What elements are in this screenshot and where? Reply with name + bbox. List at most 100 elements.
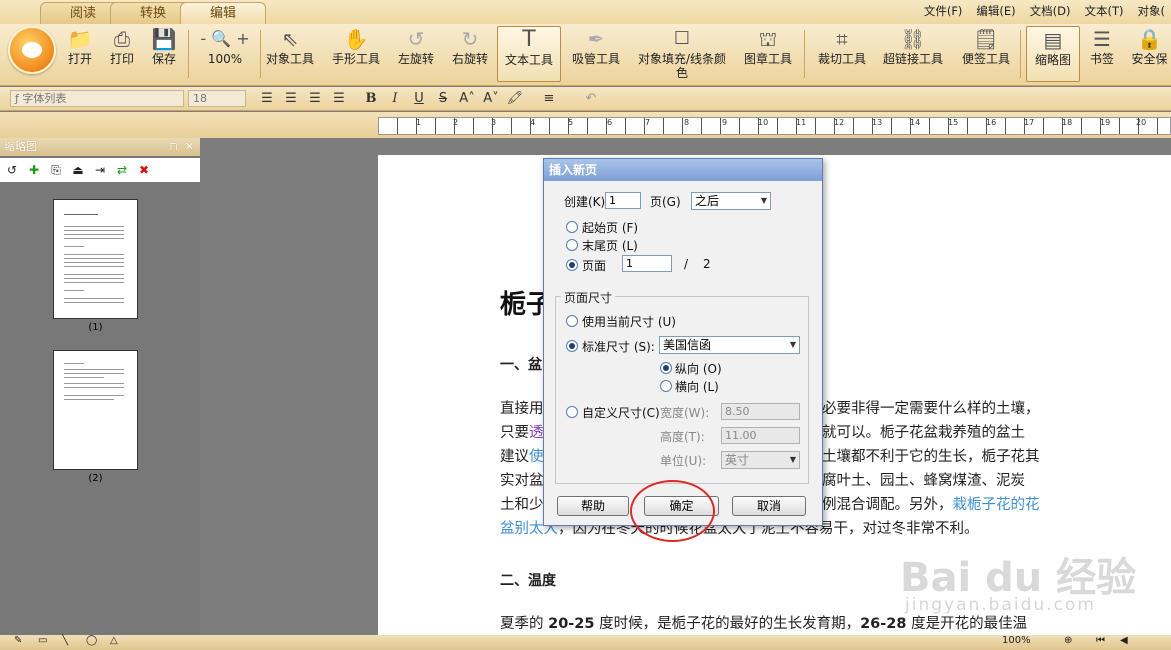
zoom-level[interactable]: 100%: [194, 52, 256, 66]
thumbnail-page-1[interactable]: [53, 199, 138, 319]
move-page-icon[interactable]: ⇥: [92, 162, 108, 178]
landscape-label: 横向 (L): [675, 380, 719, 394]
custom-size-radio[interactable]: [566, 406, 578, 418]
zoom-in-icon[interactable]: ⊕: [1064, 635, 1072, 646]
align-right-icon[interactable]: ☰: [306, 90, 324, 108]
standard-size-select[interactable]: 美国信函: [659, 336, 800, 354]
first-page-radio[interactable]: [566, 221, 578, 233]
hyperlink-tool-button[interactable]: ⛓ 超链接工具: [882, 26, 944, 82]
rotate-right-icon: ↻: [461, 27, 479, 51]
align-center-icon[interactable]: ☰: [282, 90, 300, 108]
ruler-number: 18: [1062, 118, 1073, 127]
first-page-icon[interactable]: ⏮: [1096, 635, 1105, 646]
superscript-icon[interactable]: A˄: [458, 90, 476, 108]
portrait-radio[interactable]: [660, 362, 672, 374]
save-button[interactable]: 💾 保存: [148, 26, 180, 82]
line-icon[interactable]: ╲: [62, 635, 68, 646]
thumbnail-panel-header: 缩略图 ⊓ ✕: [0, 138, 200, 156]
rotate-right-button[interactable]: ↻ 右旋转: [450, 26, 490, 82]
eyedropper-button[interactable]: ✒ 吸管工具: [570, 26, 622, 82]
rotate-page-icon[interactable]: ↺: [4, 162, 20, 178]
print-button[interactable]: ⎙ 打印: [106, 26, 138, 82]
rectangle-icon[interactable]: ▭: [38, 635, 47, 646]
ruler-number: 9: [722, 118, 728, 127]
rotate-left-icon: ↺: [407, 27, 425, 51]
object-tool-button[interactable]: ⇖ 对象工具: [264, 26, 316, 82]
position-select[interactable]: 之后: [691, 192, 771, 210]
open-button[interactable]: 📁 打开: [64, 26, 96, 82]
menu-edit[interactable]: 编辑(E): [976, 0, 1015, 22]
fill-color-button[interactable]: ☐ 对象填充/线条颜 色: [636, 26, 728, 82]
page-number-input[interactable]: 1: [622, 255, 672, 272]
eyedropper-icon: ✒: [587, 27, 605, 51]
document-link[interactable]: 栽栀子花的花: [953, 497, 1040, 513]
status-bar: ✎ ▭ ╲ ◯ △ 100% ⊕ ⏮ ◀: [0, 635, 1171, 650]
crop-tool-button[interactable]: ⌗ 裁切工具: [816, 26, 868, 82]
menu-document[interactable]: 文档(D): [1030, 0, 1071, 22]
replace-page-icon[interactable]: ⇄: [114, 162, 130, 178]
stamp-tool-button[interactable]: ⛫ 图章工具: [742, 26, 794, 82]
zoom-in-button[interactable]: +: [236, 29, 249, 48]
add-page-icon[interactable]: ✚: [26, 162, 42, 178]
help-button[interactable]: 帮助: [557, 496, 629, 516]
cancel-button[interactable]: 取消: [732, 496, 806, 516]
app-logo-icon[interactable]: [8, 26, 56, 74]
standard-size-label: 标准尺寸 (S):: [582, 340, 655, 354]
tab-edit[interactable]: 编辑: [180, 2, 266, 24]
prev-page-icon[interactable]: ◀: [1120, 635, 1128, 646]
page-label: 页(G): [650, 195, 681, 209]
strikethrough-icon[interactable]: S: [434, 90, 452, 108]
document-text: 例混合调配。另外，栽栀子花的花: [822, 497, 1040, 513]
magnifier-icon[interactable]: 🔍: [211, 29, 236, 48]
landscape-radio[interactable]: [660, 380, 672, 392]
polygon-icon[interactable]: △: [110, 635, 118, 646]
close-icon[interactable]: ✕: [185, 138, 194, 156]
pin-icon[interactable]: ⊓: [169, 138, 178, 156]
italic-icon[interactable]: I: [386, 90, 404, 108]
thumbnail-page-2[interactable]: [53, 350, 138, 470]
undo-icon[interactable]: ↶: [582, 90, 600, 108]
line-spacing-icon[interactable]: ≡: [540, 90, 558, 108]
rotate-left-button[interactable]: ↺ 左旋转: [396, 26, 436, 82]
thumbnail-toggle-button[interactable]: ▤ 缩略图: [1026, 26, 1080, 82]
extract-page-icon[interactable]: ⏏: [70, 162, 86, 178]
security-button[interactable]: 🔒 安全保: [1128, 26, 1171, 82]
unit-select[interactable]: 英寸: [721, 451, 800, 469]
ruler-number: 8: [684, 118, 690, 127]
menu-bar: 文件(F) 编辑(E) 文档(D) 文本(T) 对象(: [924, 0, 1171, 22]
page-radio[interactable]: [566, 259, 578, 271]
ellipse-icon[interactable]: ◯: [86, 635, 97, 646]
document-link[interactable]: 使: [529, 449, 544, 465]
delete-page-icon[interactable]: ✖: [136, 162, 152, 178]
document-link[interactable]: 透: [529, 425, 544, 441]
menu-object[interactable]: 对象(: [1138, 0, 1166, 22]
underline-icon[interactable]: U: [410, 90, 428, 108]
create-count-input[interactable]: 1: [605, 192, 641, 209]
font-size-select[interactable]: 18: [188, 90, 246, 107]
pencil-icon[interactable]: ✎: [14, 635, 22, 646]
width-input[interactable]: 8.50: [721, 403, 800, 420]
subscript-icon[interactable]: A˅: [482, 90, 500, 108]
zoom-status[interactable]: 100%: [1002, 635, 1031, 646]
use-current-size-radio[interactable]: [566, 315, 578, 327]
standard-size-radio[interactable]: [566, 340, 578, 352]
hand-tool-button[interactable]: ✋ 手形工具: [330, 26, 382, 82]
text-tool-button[interactable]: T 文本工具: [497, 26, 561, 82]
height-input[interactable]: 11.00: [721, 427, 800, 444]
ribbon-toolbar: 📁 打开 ⎙ 打印 💾 保存 - 🔍 + 100% ⇖ 对象工具 ✋ 手形工具 …: [0, 24, 1171, 86]
menu-text[interactable]: 文本(T): [1085, 0, 1124, 22]
ruler-number: 6: [607, 118, 613, 127]
zoom-out-button[interactable]: -: [200, 29, 206, 48]
align-justify-icon[interactable]: ☰: [330, 90, 348, 108]
watermark-url: jingyan.baidu.com: [905, 595, 1096, 615]
align-left-icon[interactable]: ☰: [258, 90, 276, 108]
font-family-select[interactable]: ƒ 字体列表: [10, 90, 184, 107]
bookmark-button[interactable]: ☰ 书签: [1086, 26, 1118, 82]
insert-page-icon[interactable]: ⎘: [48, 162, 64, 178]
last-page-radio[interactable]: [566, 239, 578, 251]
note-tool-button[interactable]: 🗒 便签工具: [960, 26, 1012, 82]
menu-file[interactable]: 文件(F): [924, 0, 963, 22]
bold-icon[interactable]: B: [362, 90, 380, 108]
create-label: 创建(K): [564, 195, 606, 209]
highlighter-icon[interactable]: 🖍: [506, 90, 524, 108]
